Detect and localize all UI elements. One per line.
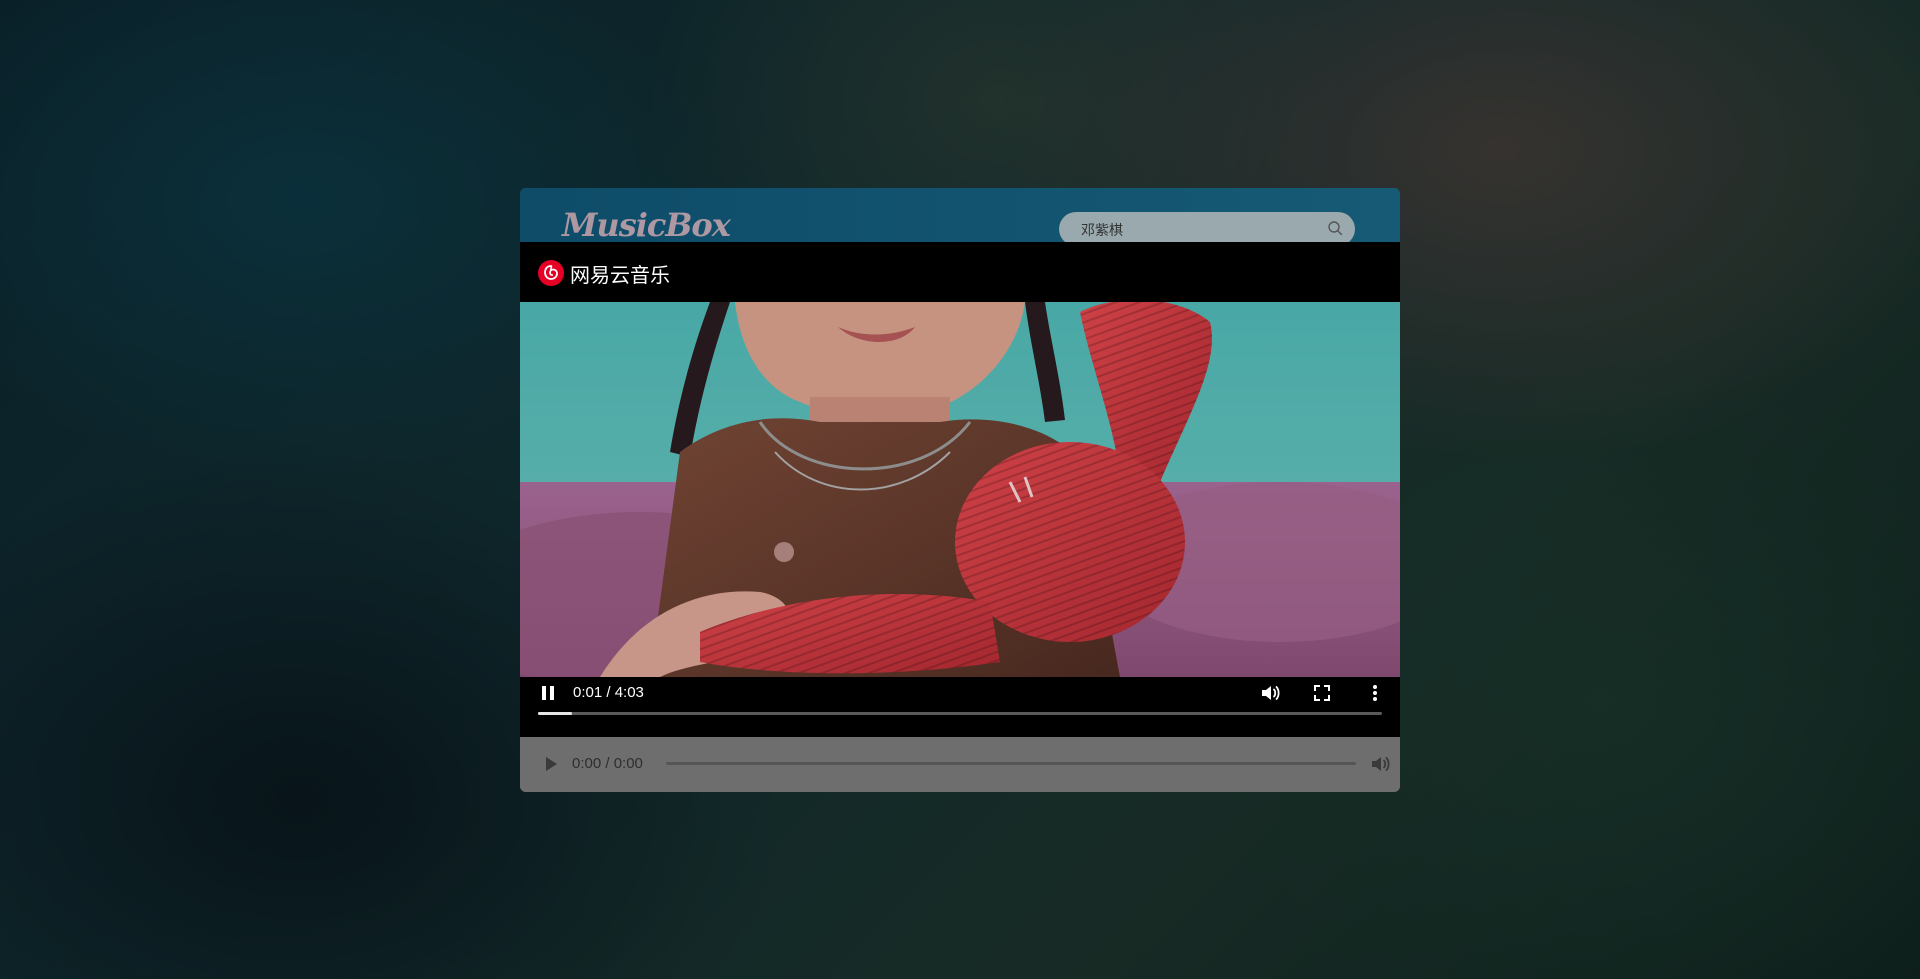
video-progress-fill: [538, 712, 572, 715]
video-player[interactable]: 网易云音乐 0:01 / 4:03: [520, 242, 1400, 737]
play-icon[interactable]: [538, 752, 562, 776]
search-icon[interactable]: [1327, 220, 1343, 236]
video-controls: 0:01 / 4:03: [520, 677, 1400, 737]
audio-time-display: 0:00 / 0:00: [572, 755, 643, 772]
brand-name: 网易云音乐: [570, 263, 670, 287]
video-progress-bar[interactable]: [538, 712, 1382, 715]
video-still-image: [520, 302, 1400, 677]
audio-player[interactable]: 0:00 / 0:00: [520, 737, 1400, 792]
pause-icon[interactable]: [536, 681, 560, 705]
netease-cloud-music-logo-icon: [538, 260, 564, 286]
blurred-background: MusicBox 网易云音乐: [0, 0, 1920, 979]
volume-icon[interactable]: [1258, 681, 1282, 705]
video-topbar: 网易云音乐: [520, 242, 1400, 302]
video-frame[interactable]: [520, 302, 1400, 677]
audio-volume-icon[interactable]: [1368, 752, 1392, 776]
fullscreen-icon[interactable]: [1310, 681, 1334, 705]
app-logo: MusicBox: [562, 206, 731, 244]
audio-progress-bar[interactable]: [666, 762, 1356, 765]
app-header: MusicBox: [520, 188, 1400, 248]
more-vertical-icon[interactable]: [1363, 681, 1387, 705]
search-box[interactable]: [1059, 212, 1355, 248]
video-time-display: 0:01 / 4:03: [573, 684, 644, 701]
video-modal: MusicBox 网易云音乐: [520, 188, 1400, 792]
